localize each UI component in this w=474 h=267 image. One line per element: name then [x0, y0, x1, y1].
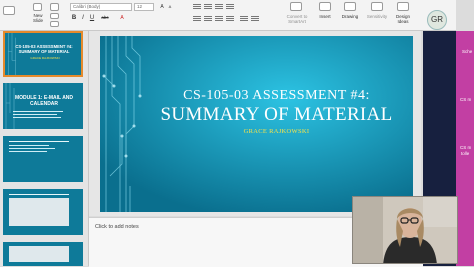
bullets-icon[interactable] — [193, 4, 201, 11]
insert-button[interactable]: Insert — [315, 14, 335, 19]
background-window-item: tolle — [461, 151, 470, 156]
circuit-pattern-icon — [8, 33, 16, 75]
convert-to-smartart-button[interactable]: Convert to SmartArt — [284, 14, 310, 24]
slide-title[interactable]: CS-105-03 ASSESSMENT #4: — [140, 88, 413, 104]
design-ideas-icon[interactable] — [397, 2, 409, 11]
insert-icon[interactable] — [319, 2, 331, 11]
font-size-select[interactable]: 12 — [134, 3, 154, 11]
strikethrough-button[interactable]: abc — [98, 14, 112, 22]
decrease-indent-icon[interactable] — [215, 4, 223, 11]
webcam-overlay — [352, 196, 458, 264]
underline-button[interactable]: U — [88, 14, 96, 22]
reset-icon[interactable] — [50, 13, 59, 19]
thumbnail-text-lines — [9, 246, 77, 262]
columns-icon[interactable] — [251, 16, 259, 23]
grow-font-button[interactable]: A — [158, 3, 166, 11]
font-name-select[interactable]: Calibri (Body) — [70, 3, 132, 11]
align-center-icon[interactable] — [204, 16, 212, 23]
thumbnail-title: MODULE 1: E-MAIL AND CALENDAR — [14, 95, 74, 107]
sensitivity-icon[interactable] — [371, 2, 383, 11]
slide-thumbnail-1[interactable]: CS-105-03 ASSESSMENT #4: SUMMARY OF MATE… — [3, 31, 83, 77]
background-window-item: CS m — [460, 97, 472, 102]
shrink-font-button[interactable]: A — [166, 3, 174, 11]
thumbnail-subtitle: GRACE RAJKOWSKI — [30, 56, 60, 60]
background-window-item: CS m — [460, 145, 472, 150]
align-left-icon[interactable] — [193, 16, 201, 23]
account-avatar[interactable]: GR — [427, 10, 447, 30]
webcam-person-image — [353, 197, 457, 263]
slide-thumbnail-pane: CS-105-03 ASSESSMENT #4: SUMMARY OF MATE… — [0, 31, 89, 266]
sidebar-toggle-icon[interactable] — [3, 6, 15, 15]
slide-subtitle[interactable]: SUMMARY OF MATERIAL — [140, 104, 413, 126]
slide-canvas[interactable]: CS-105-03 ASSESSMENT #4: SUMMARY OF MATE… — [100, 36, 413, 212]
ribbon-toolbar: New Slide Calibri (Body) 12 A A B I U ab… — [0, 0, 456, 31]
slide-thumbnail-4[interactable] — [3, 189, 83, 235]
new-slide-icon[interactable] — [33, 3, 42, 11]
new-slide-button[interactable]: New Slide — [31, 13, 45, 23]
thumbnail-title: CS-105-03 ASSESSMENT #4: SUMMARY OF MATE… — [15, 44, 73, 54]
slide-author[interactable]: GRACE RAJKOWSKI — [140, 128, 413, 135]
align-right-icon[interactable] — [215, 16, 223, 23]
smartart-icon[interactable] — [290, 2, 302, 11]
background-window-item: Sche — [462, 49, 473, 54]
bold-button[interactable]: B — [70, 14, 78, 22]
sensitivity-button[interactable]: Sensitivity — [365, 14, 389, 19]
line-spacing-icon[interactable] — [240, 16, 248, 23]
section-icon[interactable] — [50, 21, 59, 27]
numbering-icon[interactable] — [204, 4, 212, 11]
italic-button[interactable]: I — [79, 14, 87, 22]
design-ideas-button[interactable]: Design Ideas — [392, 14, 414, 24]
slide-thumbnail-5[interactable] — [3, 242, 83, 266]
thumbnail-text-lines — [9, 194, 77, 226]
slide-thumbnail-2[interactable]: MODULE 1: E-MAIL AND CALENDAR — [3, 83, 83, 129]
drawing-button[interactable]: Drawing — [339, 14, 361, 19]
thumbnail-text-lines — [13, 111, 77, 118]
thumbnail-text-lines — [9, 141, 77, 152]
drawing-icon[interactable] — [344, 2, 356, 11]
notes-placeholder[interactable]: Click to add notes — [95, 224, 139, 230]
increase-indent-icon[interactable] — [226, 4, 234, 11]
layout-icon[interactable] — [50, 3, 59, 11]
slide-thumbnail-3[interactable] — [3, 136, 83, 182]
font-color-button[interactable]: A — [118, 14, 126, 22]
justify-icon[interactable] — [226, 16, 234, 23]
